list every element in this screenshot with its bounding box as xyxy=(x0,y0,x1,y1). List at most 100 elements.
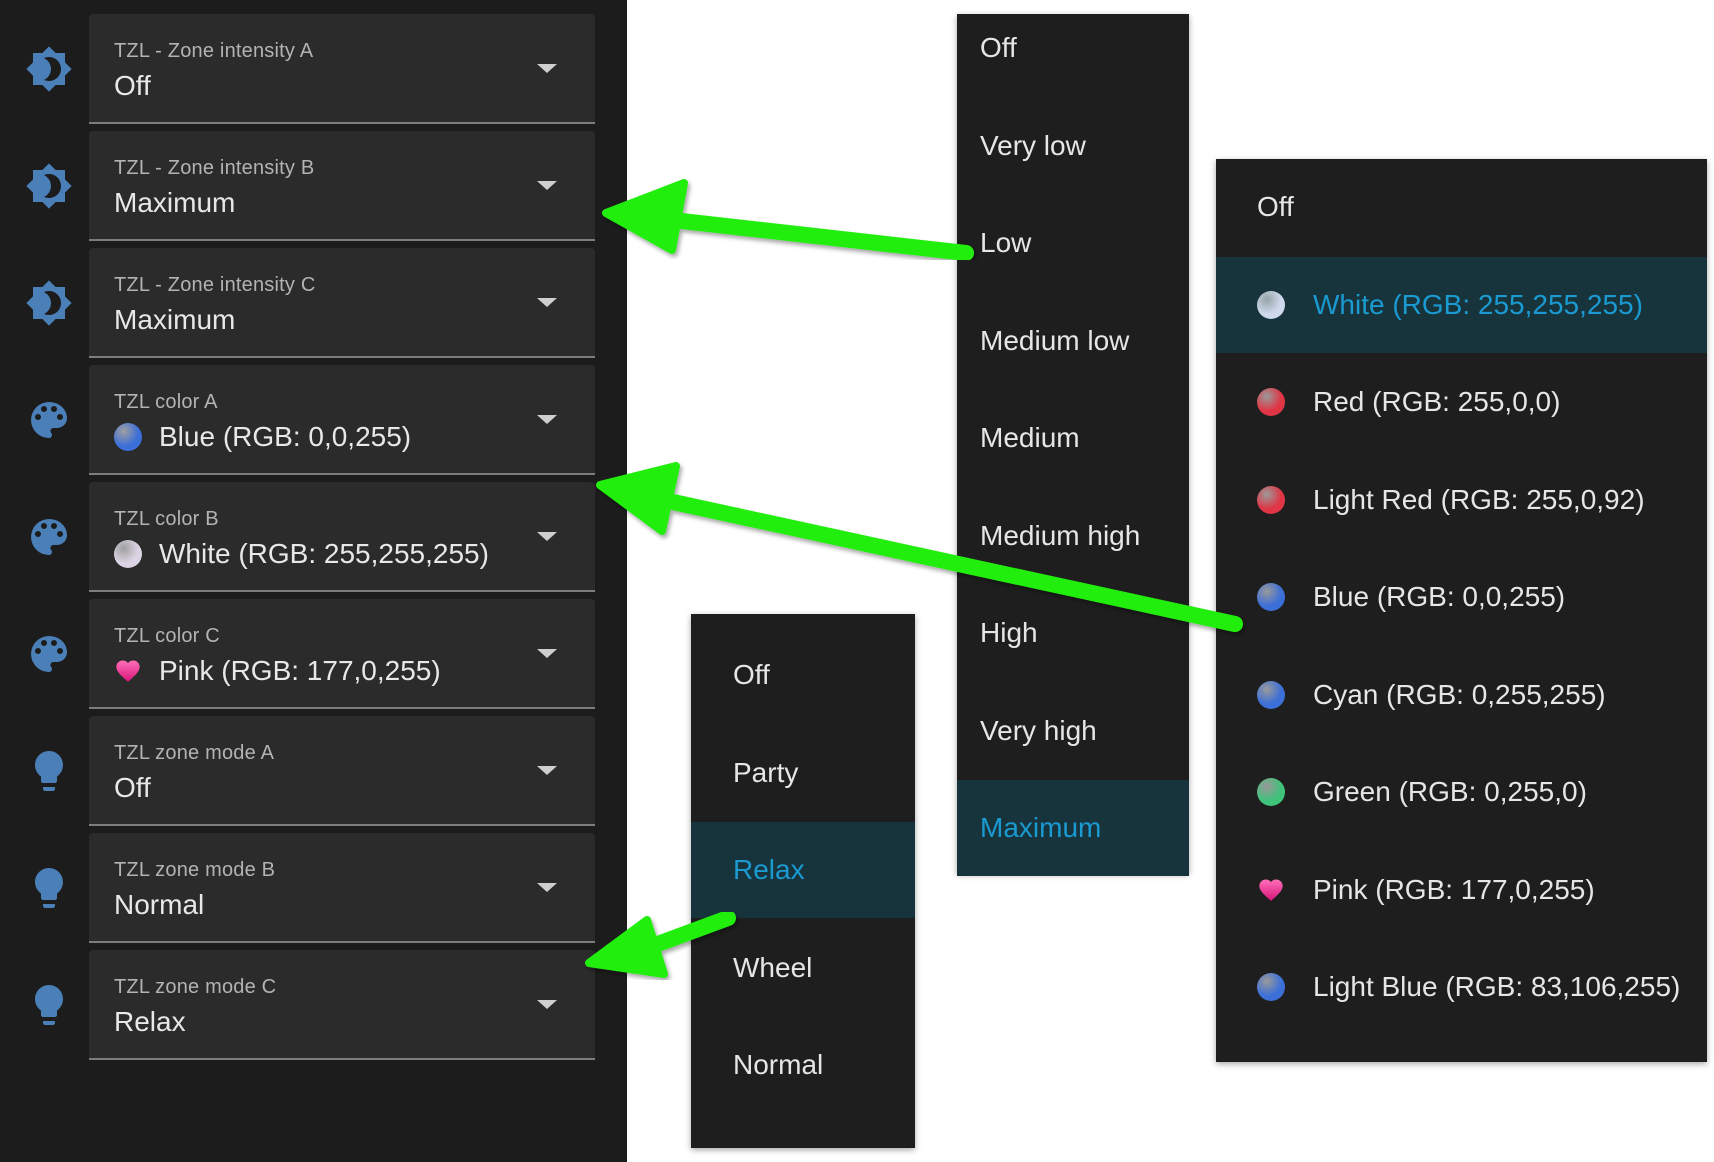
select-value: Normal xyxy=(114,889,204,921)
dropdown-caret-icon xyxy=(537,766,557,775)
option-label: Blue (RGB: 0,0,255) xyxy=(1313,581,1566,612)
brightness-icon xyxy=(25,279,73,327)
color-swatch xyxy=(114,540,142,568)
arrow-intensity xyxy=(602,179,974,261)
dropdown-caret-icon xyxy=(537,883,557,892)
option-label: Very high xyxy=(980,714,1097,746)
color-swatch xyxy=(114,423,142,451)
select-tzl-color-b[interactable]: TZL color B White (RGB: 255,255,255) xyxy=(89,482,595,592)
intensity-option[interactable]: Maximum xyxy=(957,780,1189,876)
select-value-text: Off xyxy=(114,70,151,101)
select-value-text: Maximum xyxy=(114,187,236,218)
brightness-icon xyxy=(25,45,73,93)
select-label: TZL zone mode C xyxy=(114,976,277,998)
color-option[interactable]: Cyan (RGB: 0,255,255) xyxy=(1216,647,1707,743)
select-value-text: Blue (RGB: 0,0,255) xyxy=(159,421,412,452)
color-option[interactable]: Green (RGB: 0,255,0) xyxy=(1216,744,1707,840)
select-tzl-color-a[interactable]: TZL color A Blue (RGB: 0,0,255) xyxy=(89,365,595,475)
select-label: TZL zone mode B xyxy=(114,859,276,881)
dropdown-caret-icon xyxy=(537,298,557,307)
color-swatch xyxy=(1257,388,1285,416)
dropdown-caret-icon xyxy=(537,649,557,658)
color-swatch xyxy=(1257,778,1285,806)
color-option[interactable]: Blue (RGB: 0,0,255) xyxy=(1216,549,1707,645)
select-label: TZL - Zone intensity C xyxy=(114,274,316,296)
option-label: Maximum xyxy=(980,812,1102,843)
color-option[interactable]: Red (RGB: 255,0,0) xyxy=(1216,354,1707,450)
dropdown-caret-icon xyxy=(537,415,557,424)
mode-option[interactable]: Off xyxy=(691,627,915,723)
color-option[interactable]: Pink (RGB: 177,0,255) xyxy=(1216,842,1707,938)
color-option[interactable]: Off xyxy=(1216,159,1707,255)
option-label: Medium xyxy=(980,422,1080,453)
intensity-option[interactable]: Low xyxy=(957,195,1189,291)
option-label: Wheel xyxy=(733,951,813,983)
heart-swatch-icon xyxy=(114,657,142,685)
select-label: TZL color B xyxy=(114,508,219,530)
color-swatch xyxy=(1257,680,1285,709)
option-label: High xyxy=(980,617,1038,648)
palette-icon xyxy=(25,513,73,561)
option-label: Green (RGB: 0,255,0) xyxy=(1313,776,1587,807)
select-value: Off xyxy=(114,70,151,102)
color-option[interactable]: Light Blue (RGB: 83,106,255) xyxy=(1216,939,1707,1035)
intensity-option[interactable]: Medium high xyxy=(957,488,1189,584)
select-value: Relax xyxy=(114,1006,186,1038)
option-label: Light Red (RGB: 255,0,92) xyxy=(1313,483,1645,515)
select-tzl-color-c[interactable]: TZL color C Pink (RGB: 177,0,255) xyxy=(89,599,595,709)
select-label: TZL color A xyxy=(114,391,218,413)
mode-option[interactable]: Party xyxy=(691,725,915,821)
lightbulb-icon xyxy=(25,747,73,795)
select-label: TZL - Zone intensity A xyxy=(114,40,314,62)
color-option[interactable]: White (RGB: 255,255,255) xyxy=(1216,256,1707,353)
settings-panel: TZL - Zone intensity A Off TZL - Zone inte… xyxy=(0,0,627,1162)
intensity-option[interactable]: Medium xyxy=(957,390,1189,486)
mode-option[interactable]: Relax xyxy=(691,822,915,918)
select-tzl-zone-intensity-a[interactable]: TZL - Zone intensity A Off xyxy=(89,14,595,124)
select-value-text: Maximum xyxy=(114,304,236,335)
option-label: White (RGB: 255,255,255) xyxy=(1313,288,1643,320)
select-tzl-zone-intensity-c[interactable]: TZL - Zone intensity C Maximum xyxy=(89,248,595,358)
mode-dropdown-menu: Off Party Relax Wheel Normal xyxy=(691,614,915,1148)
option-label: Red (RGB: 255,0,0) xyxy=(1313,386,1561,417)
option-label: Off xyxy=(1257,191,1294,222)
option-label: Cyan (RGB: 0,255,255) xyxy=(1313,678,1606,710)
select-value: Blue (RGB: 0,0,255) xyxy=(114,421,411,453)
option-label: Relax xyxy=(733,854,805,885)
select-tzl-zone-intensity-b[interactable]: TZL - Zone intensity B Maximum xyxy=(89,131,595,241)
lightbulb-icon xyxy=(25,981,73,1029)
intensity-option[interactable]: Very low xyxy=(957,98,1189,194)
mode-option[interactable]: Wheel xyxy=(691,920,915,1016)
dropdown-caret-icon xyxy=(537,532,557,541)
select-tzl-zone-mode-a[interactable]: TZL zone mode A Off xyxy=(89,716,595,826)
select-label: TZL color C xyxy=(114,625,220,647)
lightbulb-icon xyxy=(25,864,73,912)
intensity-option[interactable]: Medium low xyxy=(957,293,1189,389)
select-tzl-zone-mode-c[interactable]: TZL zone mode C Relax xyxy=(89,950,595,1060)
option-label: Off xyxy=(980,32,1017,63)
mode-option[interactable]: Normal xyxy=(691,1017,915,1113)
intensity-option[interactable]: High xyxy=(957,585,1189,681)
color-option[interactable]: Light Red (RGB: 255,0,92) xyxy=(1216,452,1707,548)
option-label: Pink (RGB: 177,0,255) xyxy=(1313,873,1595,905)
option-label: Party xyxy=(733,756,799,788)
select-value-text: Relax xyxy=(114,1006,186,1037)
select-value: White (RGB: 255,255,255) xyxy=(114,538,489,570)
dropdown-caret-icon xyxy=(537,64,557,73)
select-value-text: Pink (RGB: 177,0,255) xyxy=(159,655,441,686)
option-label: Medium low xyxy=(980,324,1130,356)
dropdown-caret-icon xyxy=(537,181,557,190)
select-label: TZL - Zone intensity B xyxy=(114,157,315,179)
select-value-text: Off xyxy=(114,772,151,803)
select-value-text: Normal xyxy=(114,889,205,920)
brightness-icon xyxy=(25,162,73,210)
color-swatch xyxy=(1257,290,1285,319)
select-label: TZL zone mode A xyxy=(114,742,275,764)
select-value: Off xyxy=(114,772,151,804)
select-tzl-zone-mode-b[interactable]: TZL zone mode B Normal xyxy=(89,833,595,943)
palette-icon xyxy=(25,630,73,678)
option-label: Very low xyxy=(980,129,1086,161)
select-value-text: White (RGB: 255,255,255) xyxy=(159,538,489,569)
intensity-option[interactable]: Very high xyxy=(957,683,1189,779)
intensity-option[interactable]: Off xyxy=(957,0,1189,96)
